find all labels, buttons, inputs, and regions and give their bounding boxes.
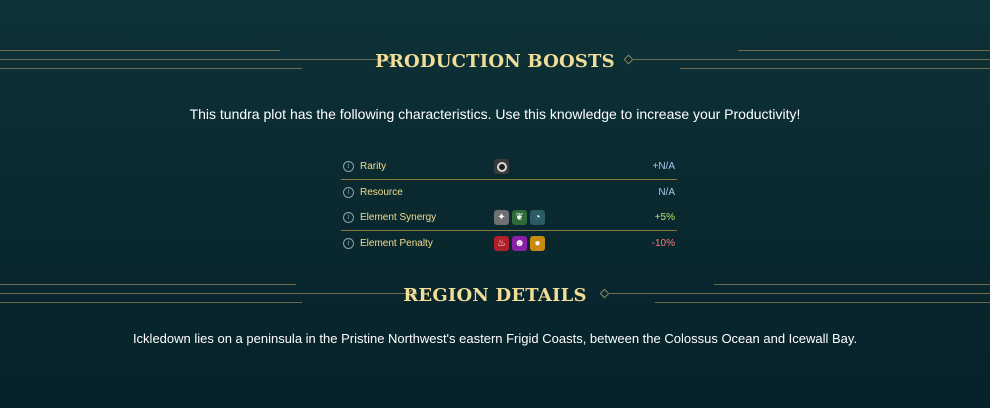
header-divider-line xyxy=(655,302,990,303)
boost-row-value: -10% xyxy=(651,238,675,249)
boost-row-label: Resource xyxy=(360,187,403,198)
region-details-header: REGION DETAILS xyxy=(0,277,990,317)
production-boosts-table: i Rarity +N/A i Resource N/A i Element S… xyxy=(341,154,677,256)
info-icon[interactable]: i xyxy=(343,187,354,198)
boost-row-element-synergy: i Element Synergy ✦ ❦ ◔ +5% xyxy=(341,205,677,231)
boost-row-label: Rarity xyxy=(360,161,387,172)
header-divider-line xyxy=(680,68,990,69)
header-divider-line xyxy=(632,59,990,60)
egg-element-icon: ● xyxy=(530,236,545,251)
boost-row-element-penalty: i Element Penalty ♨ ☻ ● -10% xyxy=(341,231,677,256)
boost-row-rarity: i Rarity +N/A xyxy=(341,154,677,180)
leaf-element-icon: ❦ xyxy=(512,210,527,225)
boost-row-value: +5% xyxy=(654,212,675,223)
rarity-ring-icon xyxy=(494,159,509,174)
production-boosts-header: PRODUCTION BOOSTS xyxy=(0,42,990,82)
header-divider-line xyxy=(608,293,990,294)
sparkle-element-icon: ✦ xyxy=(494,210,509,225)
region-description: Ickledown lies on a peninsula in the Pri… xyxy=(132,331,858,346)
info-icon[interactable]: i xyxy=(343,161,354,172)
boost-row-value: +N/A xyxy=(652,161,675,172)
boost-row-label: Element Synergy xyxy=(360,212,437,223)
info-icon[interactable]: i xyxy=(343,212,354,223)
boost-row-label: Element Penalty xyxy=(360,238,433,249)
info-icon[interactable]: i xyxy=(343,238,354,249)
wave-element-icon: ◔ xyxy=(530,210,545,225)
boost-row-resource: i Resource N/A xyxy=(341,180,677,205)
header-divider-line xyxy=(738,50,990,51)
header-divider-line xyxy=(714,284,990,285)
fire-element-icon: ♨ xyxy=(494,236,509,251)
skull-element-icon: ☻ xyxy=(512,236,527,251)
boost-row-value: N/A xyxy=(658,187,675,198)
production-intro-text: This tundra plot has the following chara… xyxy=(189,106,801,122)
